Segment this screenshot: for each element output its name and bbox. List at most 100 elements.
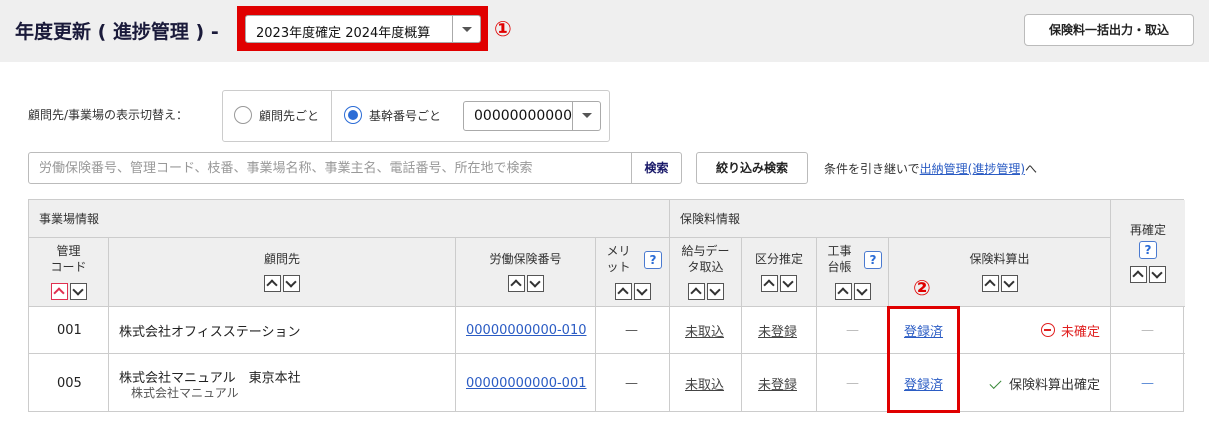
table-row-2-client: 株式会社マニュアル 東京本社 株式会社マニュアル bbox=[109, 354, 456, 412]
cash-management-link[interactable]: 出納管理(進捗管理) bbox=[920, 162, 1025, 176]
sort-desc-icon[interactable] bbox=[1149, 266, 1166, 283]
sort-buttons bbox=[817, 283, 888, 300]
page-title: 年度更新 ( 進捗管理 ) - bbox=[15, 21, 219, 43]
row-client-sub: 株式会社マニュアル bbox=[131, 386, 239, 400]
sort-asc-icon[interactable] bbox=[834, 283, 852, 300]
header-construction-ledger: 工事 台帳 ? bbox=[817, 238, 889, 307]
group-office-label: 事業場情報 bbox=[39, 212, 100, 226]
salary-label-1: 給与デー bbox=[681, 244, 730, 258]
table-row-1-reconfirm: — bbox=[1111, 307, 1185, 354]
sort-desc-icon[interactable] bbox=[283, 275, 300, 292]
table-row-1-salary: 未取込 bbox=[670, 307, 742, 354]
row-merit: — bbox=[625, 322, 638, 338]
sort-buttons bbox=[596, 283, 669, 300]
help-icon[interactable]: ? bbox=[864, 251, 882, 269]
sort-buttons bbox=[456, 275, 595, 292]
table-row-1-insno: 00000000000-010 bbox=[456, 307, 596, 354]
base-number-select[interactable]: 00000000000 bbox=[463, 101, 601, 131]
table-row-1-client: 株式会社オフィスステーション bbox=[109, 307, 456, 354]
sort-buttons bbox=[29, 283, 108, 300]
insurance-number-link[interactable]: 00000000000-001 bbox=[466, 354, 587, 412]
insurance-number-link[interactable]: 00000000000-010 bbox=[466, 307, 587, 353]
sort-asc-icon[interactable] bbox=[981, 275, 999, 292]
sort-desc-icon[interactable] bbox=[853, 283, 871, 300]
table-row-2-reconfirm: — bbox=[1111, 354, 1185, 412]
sort-desc-icon[interactable] bbox=[780, 275, 797, 292]
table-row-2-ledger: — bbox=[817, 354, 889, 412]
sort-asc-icon[interactable] bbox=[507, 275, 525, 292]
table-row-1-code: 001 bbox=[29, 307, 109, 354]
sort-asc-icon[interactable] bbox=[614, 283, 632, 300]
table-row-2-code: 005 bbox=[29, 354, 109, 412]
bulk-export-import-button[interactable]: 保険料一括出力・取込 bbox=[1024, 14, 1194, 46]
search-input[interactable] bbox=[28, 152, 632, 184]
calc-status-text: 保険料算出確定 bbox=[1008, 377, 1100, 393]
table-row-2-salary: 未取込 bbox=[670, 354, 742, 412]
sort-asc-icon[interactable] bbox=[50, 283, 68, 300]
base-number-value: 00000000000 bbox=[474, 108, 572, 124]
group-header-premium: 保険料情報 bbox=[670, 200, 1111, 238]
sort-desc-icon[interactable] bbox=[69, 283, 87, 300]
row-ledger: — bbox=[846, 375, 859, 391]
header-salary-import: 給与デー タ取込 bbox=[670, 238, 742, 307]
radio-base-number-label[interactable]: 基幹番号ごと bbox=[369, 107, 441, 124]
sort-asc-icon[interactable] bbox=[1130, 266, 1147, 283]
division-label: 区分推定 bbox=[754, 252, 803, 266]
calc-column-highlight-box bbox=[887, 306, 960, 413]
sort-asc-icon[interactable] bbox=[264, 275, 281, 292]
sort-desc-icon[interactable] bbox=[1000, 275, 1018, 292]
table-row-1-division: 未登録 bbox=[742, 307, 817, 354]
row-client: 株式会社オフィスステーション bbox=[119, 324, 301, 340]
division-link[interactable]: 未登録 bbox=[758, 354, 797, 412]
group-premium-label: 保険料情報 bbox=[680, 212, 741, 226]
sort-desc-icon[interactable] bbox=[706, 283, 724, 300]
chevron-down-icon[interactable] bbox=[572, 102, 600, 130]
carry-over-text: 条件を引き継いで出納管理(進捗管理)へ bbox=[824, 160, 1037, 177]
year-select[interactable]: 2023年度確定 2024年度概算 bbox=[245, 15, 481, 43]
help-icon[interactable]: ? bbox=[1139, 241, 1157, 259]
ledger-label-1: 工事 bbox=[827, 244, 852, 258]
table-row-2-division: 未登録 bbox=[742, 354, 817, 412]
division-link[interactable]: 未登録 bbox=[758, 307, 797, 353]
help-icon[interactable]: ? bbox=[644, 251, 662, 269]
header-division-estimate: 区分推定 bbox=[742, 238, 817, 307]
radio-client[interactable] bbox=[234, 106, 252, 124]
sort-asc-icon[interactable] bbox=[687, 283, 705, 300]
merit-label-2: ット bbox=[606, 260, 631, 274]
table-row-2-insno: 00000000000-001 bbox=[456, 354, 596, 412]
sort-buttons bbox=[670, 283, 741, 300]
display-toggle-label: 顧問先/事業場の表示切替え： bbox=[28, 108, 189, 122]
carry-prefix: 条件を引き継いで bbox=[824, 162, 920, 176]
sort-desc-icon[interactable] bbox=[633, 283, 651, 300]
group-header-office: 事業場情報 bbox=[29, 200, 670, 238]
salary-import-link[interactable]: 未取込 bbox=[685, 354, 724, 412]
annotation-marker-2: ② bbox=[913, 276, 931, 300]
page-header: 年度更新 ( 進捗管理 ) - 2023年度確定 2024年度概算 ① 保険料一… bbox=[0, 0, 1209, 62]
table-row-2-merit: — bbox=[596, 354, 670, 412]
row-merit: — bbox=[625, 375, 638, 391]
header-merit: メリ ット ? bbox=[596, 238, 670, 307]
radio-client-label[interactable]: 顧問先ごと bbox=[259, 107, 319, 124]
row-code: 005 bbox=[57, 375, 82, 391]
sort-desc-icon[interactable] bbox=[526, 275, 544, 292]
header-insurance-number: 労働保険番号 bbox=[456, 238, 596, 307]
sort-buttons bbox=[1111, 266, 1185, 283]
sort-buttons bbox=[109, 275, 455, 292]
insno-label: 労働保険番号 bbox=[489, 252, 562, 266]
ledger-label-2: 台帳 bbox=[827, 260, 852, 274]
sort-asc-icon[interactable] bbox=[761, 275, 778, 292]
table-row-1-ledger: — bbox=[817, 307, 889, 354]
carry-suffix: へ bbox=[1025, 162, 1038, 176]
year-select-value: 2023年度確定 2024年度概算 bbox=[256, 26, 431, 41]
header-reconfirm: 再確定 ? bbox=[1111, 200, 1185, 307]
row-reconfirm: — bbox=[1141, 322, 1154, 338]
divider bbox=[331, 91, 332, 141]
search-button[interactable]: 検索 bbox=[632, 152, 682, 184]
filter-search-button[interactable]: 絞り込み検索 bbox=[696, 152, 808, 184]
progress-table: 事業場情報 保険料情報 再確定 ? 管理 コード 顧問先 労働保険番号 メリ ッ… bbox=[28, 199, 1185, 412]
merit-label-1: メリ bbox=[606, 244, 631, 258]
radio-base-number[interactable] bbox=[344, 106, 362, 124]
chevron-down-icon[interactable] bbox=[452, 16, 480, 42]
salary-import-link[interactable]: 未取込 bbox=[685, 307, 724, 353]
calc-label: 保険料算出 bbox=[969, 252, 1030, 266]
